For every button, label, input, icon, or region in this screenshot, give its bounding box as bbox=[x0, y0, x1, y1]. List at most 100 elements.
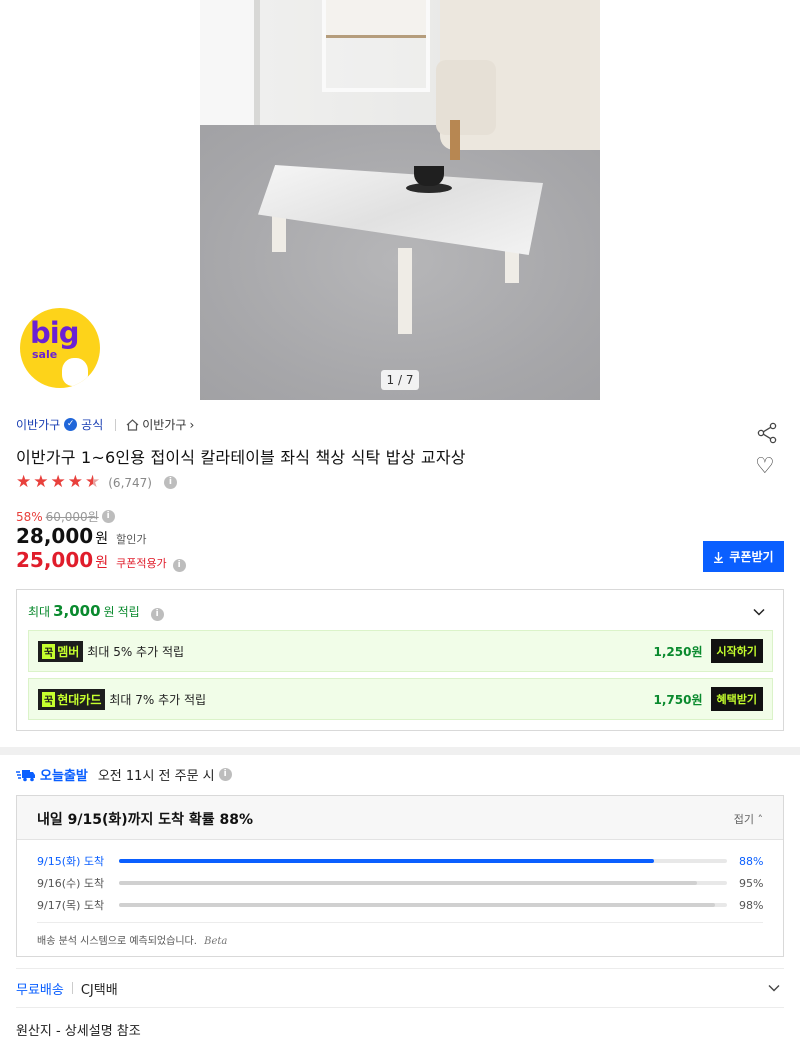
benefit-row-card: 꾹 현대카드 최대 7% 추가 적립 1,750원 혜택받기 bbox=[28, 678, 773, 720]
image-side-table bbox=[322, 0, 430, 92]
sale-price: 28,000 bbox=[16, 524, 94, 548]
bunny-icon bbox=[62, 358, 88, 386]
badge-big-text: big bbox=[30, 316, 79, 350]
arrival-bar-track bbox=[119, 881, 727, 885]
product-gallery[interactable]: 1 / 7 big sale bbox=[0, 0, 800, 400]
benefit-row-member: 꾹 멤버 최대 5% 추가 적립 1,250원 시작하기 bbox=[28, 630, 773, 672]
arrival-date: 9/17(목) 도착 bbox=[37, 899, 105, 912]
section-divider bbox=[0, 747, 800, 755]
arrival-percent: 95% bbox=[739, 876, 764, 890]
benefit-tag: 꾹 현대카드 bbox=[38, 688, 106, 710]
arrival-row: 9/15(화) 도착 88% bbox=[37, 853, 763, 869]
prediction-note: 배송 분석 시스템으로 예측되었습니다. Beta bbox=[37, 932, 227, 947]
star-icon: ★ bbox=[50, 472, 66, 492]
coupon-price-unit: 원 bbox=[95, 555, 109, 571]
coupon-download-button[interactable]: 쿠폰받기 bbox=[703, 541, 784, 572]
verified-check-icon: ✓ bbox=[64, 418, 78, 431]
reward-panel: 최대 3,000 원 적립 i 꾹 멤버 최대 5% 추가 적립 1,250원 … bbox=[16, 589, 784, 731]
free-shipping-label: 무료배송 bbox=[16, 982, 64, 998]
seller-row: 이반가구 ✓ 공식 이반가구 › bbox=[16, 416, 194, 433]
star-icon: ★ bbox=[33, 472, 49, 492]
reward-suffix: 적립 bbox=[117, 605, 140, 619]
seller-name[interactable]: 이반가구 bbox=[16, 416, 60, 433]
coupon-price: 25,000 bbox=[16, 548, 94, 572]
today-dispatch-label: 오늘출발 bbox=[40, 769, 88, 784]
product-image[interactable] bbox=[200, 0, 600, 400]
discount-percent: 58% bbox=[16, 509, 43, 524]
fold-label: 접기 bbox=[733, 813, 754, 826]
benefit-desc: 최대 7% 추가 적립 bbox=[109, 692, 207, 707]
arrival-headline: 내일 9/15(화)까지 도착 확률 88% bbox=[37, 812, 254, 828]
benefit-start-button[interactable]: 시작하기 bbox=[710, 639, 763, 663]
review-count[interactable]: (6,747) bbox=[108, 476, 152, 490]
image-cup bbox=[414, 166, 444, 186]
carrier-name: CJ택배 bbox=[80, 982, 118, 998]
reward-header[interactable]: 최대 3,000 원 적립 i bbox=[28, 602, 164, 621]
chevron-right-icon: › bbox=[189, 417, 195, 432]
reward-amount: 3,000 bbox=[53, 602, 101, 620]
star-half-icon: ★ bbox=[85, 472, 101, 492]
sale-price-label: 할인가 bbox=[116, 533, 147, 546]
arrival-bar-track bbox=[119, 859, 727, 863]
store-link[interactable]: 이반가구 › bbox=[126, 416, 194, 433]
arrival-percent: 88% bbox=[739, 854, 764, 868]
original-price: 60,000원 bbox=[45, 510, 99, 524]
store-link-label: 이반가구 bbox=[142, 418, 187, 432]
benefit-desc: 최대 5% 추가 적립 bbox=[87, 644, 185, 659]
benefit-get-button[interactable]: 혜택받기 bbox=[710, 687, 763, 711]
origin-info: 원산지 - 상세설명 참조 bbox=[16, 1024, 141, 1039]
benefit-amount: 1,250원 bbox=[653, 644, 703, 659]
benefit-amount: 1,750원 bbox=[653, 692, 703, 707]
arrival-bar-fill bbox=[119, 903, 715, 907]
arrival-row: 9/16(수) 도착 95% bbox=[37, 875, 763, 891]
fold-toggle[interactable]: 접기 ˄ bbox=[734, 811, 763, 827]
table-leg bbox=[398, 248, 412, 334]
info-icon[interactable]: i bbox=[101, 510, 115, 523]
beta-label: Beta bbox=[204, 936, 228, 947]
benefit-tag-label: 현대카드 bbox=[57, 692, 102, 707]
rating-row[interactable]: ★ ★ ★ ★ ★ (6,747) i bbox=[16, 474, 177, 491]
discount-row: 58% 60,000원 i bbox=[16, 508, 115, 525]
arrival-prediction-panel: 내일 9/15(화)까지 도착 확률 88% 접기 ˄ 9/15(화) 도착 8… bbox=[16, 795, 784, 957]
arrival-bar-fill bbox=[119, 881, 697, 885]
benefit-tag-label: 멤버 bbox=[57, 644, 80, 659]
gallery-page-indicator: 1 / 7 bbox=[381, 370, 419, 390]
arrival-percent: 98% bbox=[739, 898, 764, 912]
big-sale-badge: big sale bbox=[20, 308, 100, 388]
arrival-row: 9/17(목) 도착 98% bbox=[37, 897, 763, 913]
share-icon[interactable] bbox=[756, 422, 778, 444]
info-icon[interactable]: i bbox=[172, 559, 186, 572]
divider bbox=[115, 418, 117, 431]
arrival-date: 9/16(수) 도착 bbox=[37, 877, 105, 890]
benefit-tag-k: 꾹 bbox=[42, 643, 56, 659]
free-shipping-row[interactable]: 무료배송 CJ택배 bbox=[16, 968, 784, 1008]
arrival-bar-fill bbox=[119, 859, 655, 863]
chevron-down-icon[interactable] bbox=[753, 606, 765, 618]
sale-price-row: 28,000 원 할인가 bbox=[16, 524, 146, 548]
product-title: 이반가구 1~6인용 접이식 칼라테이블 좌식 책상 식탁 밥상 교자상 bbox=[16, 448, 466, 467]
info-icon[interactable]: i bbox=[150, 608, 164, 621]
reward-prefix: 최대 bbox=[28, 605, 51, 619]
star-icon: ★ bbox=[67, 472, 83, 492]
arrival-date: 9/15(화) 도착 bbox=[37, 855, 105, 868]
official-label: 공식 bbox=[81, 418, 104, 432]
coupon-price-row: 25,000 원 쿠폰적용가 i bbox=[16, 548, 186, 572]
arrival-bar-track bbox=[119, 903, 727, 907]
chevron-up-icon: ˄ bbox=[757, 813, 764, 826]
chevron-down-icon[interactable] bbox=[768, 982, 780, 994]
wishlist-heart-icon[interactable]: ♡ bbox=[755, 456, 779, 478]
divider bbox=[71, 982, 73, 994]
reward-unit: 원 bbox=[103, 605, 115, 619]
prediction-note-text: 배송 분석 시스템으로 예측되었습니다. bbox=[37, 936, 197, 947]
benefit-tag: 꾹 멤버 bbox=[38, 640, 84, 662]
star-icon: ★ bbox=[16, 472, 32, 492]
image-sofa bbox=[436, 0, 600, 160]
sale-price-unit: 원 bbox=[95, 531, 109, 547]
arrival-header: 내일 9/15(화)까지 도착 확률 88% 접기 ˄ bbox=[17, 796, 783, 840]
coupon-button-label: 쿠폰받기 bbox=[729, 550, 774, 564]
info-icon[interactable]: i bbox=[163, 476, 177, 489]
badge-sale-text: sale bbox=[32, 348, 58, 361]
info-icon[interactable]: i bbox=[218, 768, 232, 781]
fast-truck-icon bbox=[16, 769, 35, 781]
divider bbox=[37, 922, 763, 923]
